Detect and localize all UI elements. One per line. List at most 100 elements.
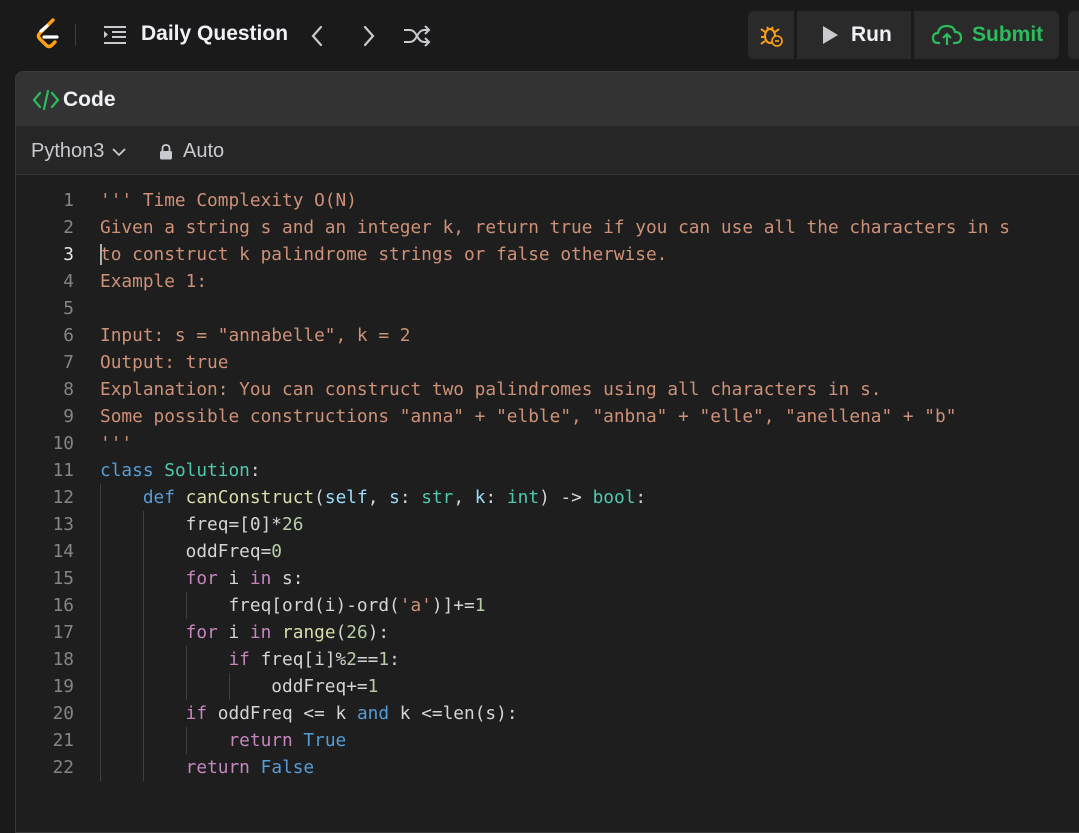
code-token: class — [100, 460, 154, 481]
code-line[interactable]: 10 ''' — [16, 430, 1079, 457]
code-token: ''' — [100, 433, 133, 454]
debug-icon — [760, 26, 783, 47]
code-token: freq[ord(i)-ord( — [100, 595, 400, 616]
code-token: Output: true — [100, 352, 229, 373]
line-number: 11 — [52, 460, 74, 481]
code-token: False — [260, 757, 315, 778]
line-number: 21 — [52, 730, 74, 751]
line-number: 7 — [63, 352, 74, 373]
code-editor[interactable]: 1 ''' Time Complexity O(N) 2 Given a string… — [16, 175, 1079, 832]
code-line[interactable]: 11 class Solution: — [16, 457, 1079, 484]
line-number: 18 — [52, 649, 74, 670]
code-line[interactable]: 4 Example 1: — [16, 268, 1079, 295]
code-token: in — [249, 568, 272, 589]
line-number: 9 — [63, 406, 74, 427]
code-token: 1 — [378, 649, 390, 670]
code-text: Output: true — [100, 349, 228, 376]
line-number: 16 — [52, 595, 74, 616]
code-token: def — [142, 487, 175, 508]
code-panel: Code Python3 Auto 1 ''' Time Complexity O… — [15, 71, 1079, 833]
code-token: canConstruct — [185, 487, 315, 508]
code-token: i — [217, 568, 250, 589]
line-number: 14 — [52, 541, 74, 562]
line-number: 19 — [52, 676, 74, 697]
code-token: range — [282, 622, 336, 643]
code-token: : — [485, 487, 507, 508]
code-text: if oddFreq <= k and k <=len(s): — [100, 700, 518, 727]
code-text: class Solution: — [100, 457, 261, 484]
code-line[interactable]: 18 if freq[i]%2==1: — [16, 646, 1079, 673]
code-line[interactable]: 22 return False — [16, 754, 1079, 781]
line-number: 5 — [63, 298, 74, 319]
code-line[interactable]: 6 Input: s = "annabelle", k = 2 — [16, 322, 1079, 349]
mode-label: Auto — [183, 140, 225, 162]
code-text: def canConstruct(self, s: str, k: int) -… — [100, 484, 646, 511]
code-line[interactable]: 20 if oddFreq <= k and k <=len(s): — [16, 700, 1079, 727]
code-token: 1 — [367, 676, 379, 697]
debug-button[interactable] — [748, 11, 794, 59]
code-line[interactable]: 9 Some possible constructions "anna" + "e… — [16, 403, 1079, 430]
code-line[interactable]: 3 to construct k palindrome strings or fa… — [16, 241, 1079, 268]
run-label: Run — [851, 23, 892, 46]
leetcode-logo[interactable] — [34, 18, 64, 52]
line-number: 10 — [52, 433, 74, 454]
code-line[interactable]: 7 Output: true — [16, 349, 1079, 376]
code-token: return — [228, 730, 293, 751]
line-number: 8 — [63, 379, 74, 400]
code-text: return True — [100, 727, 346, 754]
code-token: return — [185, 757, 250, 778]
code-token: ( — [314, 487, 325, 508]
code-line[interactable]: 8 Explanation: You can construct two pali… — [16, 376, 1079, 403]
code-line[interactable]: 13 freq=[0]*26 — [16, 511, 1079, 538]
code-icon — [33, 90, 59, 110]
code-text: oddFreq=0 — [100, 538, 282, 565]
cloud-upload-icon — [932, 24, 962, 45]
random-question-button[interactable] — [402, 21, 432, 51]
code-text: Given a string s and an integer k, retur… — [100, 214, 1010, 241]
code-line[interactable]: 21 return True — [16, 727, 1079, 754]
code-token: i — [217, 622, 250, 643]
code-line[interactable]: 16 freq[ord(i)-ord('a')]+=1 — [16, 592, 1079, 619]
code-line[interactable]: 5 — [16, 295, 1079, 322]
line-number: 15 — [52, 568, 74, 589]
code-text: Input: s = "annabelle", k = 2 — [100, 322, 410, 349]
prev-question-button[interactable] — [302, 21, 332, 51]
panel-header: Code — [16, 72, 1079, 126]
code-line[interactable]: 15 for i in s: — [16, 565, 1079, 592]
code-token: freq=[0]* — [100, 514, 282, 535]
code-token: : — [249, 460, 261, 481]
code-line[interactable]: 14 oddFreq=0 — [16, 538, 1079, 565]
line-number: 13 — [52, 514, 74, 535]
list-icon[interactable] — [103, 25, 127, 45]
line-number: 17 — [52, 622, 74, 643]
auto-mode-indicator[interactable]: Auto — [159, 140, 224, 163]
code-token: 26 — [282, 514, 304, 535]
next-question-button[interactable] — [354, 21, 384, 51]
code-token: ''' Time Complexity O(N) — [100, 190, 357, 211]
code-lines: 1 ''' Time Complexity O(N) 2 Given a string… — [16, 187, 1079, 781]
code-token: 2 — [346, 649, 357, 670]
code-line[interactable]: 12 def canConstruct(self, s: str, k: int… — [16, 484, 1079, 511]
code-token: ) -> — [539, 487, 593, 508]
code-token: : — [635, 487, 647, 508]
daily-question-label[interactable]: Daily Question — [141, 22, 288, 46]
chevron-left-icon — [311, 25, 323, 47]
code-line[interactable]: 17 for i in range(26): — [16, 619, 1079, 646]
submit-button[interactable]: Submit — [914, 11, 1059, 59]
run-button[interactable]: Run — [797, 11, 911, 59]
code-line[interactable]: 19 oddFreq+=1 — [16, 673, 1079, 700]
extra-toolbar-button[interactable] — [1068, 11, 1079, 59]
code-line[interactable]: 1 ''' Time Complexity O(N) — [16, 187, 1079, 214]
line-number: 12 — [52, 487, 74, 508]
code-token: and — [356, 703, 390, 724]
code-token: for — [185, 568, 218, 589]
code-text: return False — [100, 754, 314, 781]
language-select[interactable]: Python3 — [31, 140, 127, 163]
code-line[interactable]: 2 Given a string s and an integer k, retu… — [16, 214, 1079, 241]
